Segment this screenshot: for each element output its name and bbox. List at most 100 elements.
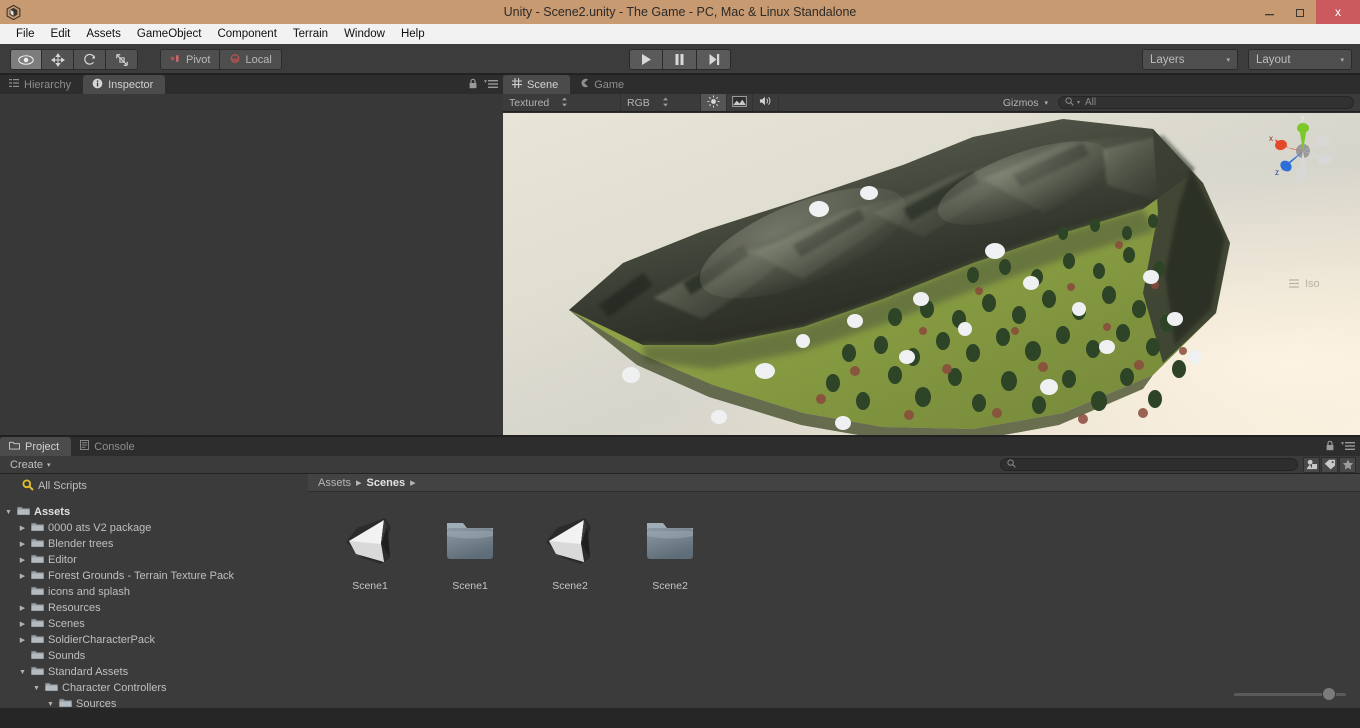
gizmo-lock-icon (1289, 279, 1299, 288)
chevron-down-icon: ▾ (1044, 99, 1048, 107)
tree-item-label: Scenes (48, 618, 85, 630)
breadcrumb: Assets ▸ Scenes ▸ (308, 474, 1360, 492)
twisty-open-icon[interactable]: ▼ (46, 700, 55, 708)
scene-viewport[interactable]: x y z Iso (503, 113, 1360, 435)
twisty-open-icon[interactable]: ▼ (18, 668, 27, 677)
create-label: Create (10, 458, 44, 471)
menu-item-component[interactable]: Component (209, 24, 284, 44)
breadcrumb-item-scenes[interactable]: Scenes (367, 477, 406, 489)
rotate-tool-button[interactable] (74, 49, 106, 70)
folder-icon (31, 617, 44, 631)
filter-by-label-icon[interactable] (1321, 456, 1338, 473)
tree-item-forest-grounds[interactable]: ▶ Forest Grounds - Terrain Texture Pack (0, 568, 308, 584)
asset-item-label: Scene2 (652, 580, 688, 592)
folder-icon (9, 441, 20, 453)
tab-game-label: Game (594, 78, 625, 91)
breadcrumb-item-assets[interactable]: Assets (318, 477, 351, 489)
draw-mode-dropdown[interactable]: Textured (503, 94, 621, 111)
color-mode-dropdown[interactable]: RGB (621, 94, 701, 111)
tree-item-blender-trees[interactable]: ▶ Blender trees (0, 536, 308, 552)
pause-button[interactable] (663, 49, 697, 70)
layout-dropdown[interactable]: Layout ▾ (1248, 49, 1352, 70)
project-asset-tree[interactable]: All Scripts ▼ Assets ▶ 0000 ats V2 packa… (0, 474, 308, 707)
tree-item-all-scripts[interactable]: All Scripts (0, 478, 308, 494)
folder-icon (31, 585, 44, 599)
hand-tool-button[interactable] (10, 49, 42, 70)
pivot-rotation-group: Pivot Local (160, 49, 282, 70)
tree-item-sounds[interactable]: ▶ Sounds (0, 648, 308, 664)
zoom-slider-thumb[interactable] (1322, 687, 1336, 701)
lock-icon[interactable] (468, 78, 478, 92)
status-bar (0, 707, 1360, 728)
asset-item-scene2-folder[interactable]: Scene2 (634, 514, 706, 592)
twisty-closed-icon[interactable]: ▶ (18, 604, 27, 613)
scene-search-input[interactable]: ▾ All (1058, 96, 1354, 109)
layers-dropdown[interactable]: Layers ▾ (1142, 49, 1238, 70)
pivot-label: Pivot (186, 53, 211, 66)
close-button[interactable]: x (1316, 0, 1360, 24)
asset-item-scene2-file[interactable]: Scene2 (534, 514, 606, 592)
tab-project[interactable]: Project (0, 437, 72, 456)
step-button[interactable] (697, 49, 731, 70)
tree-item-0000-ats-v2-package[interactable]: ▶ 0000 ats V2 package (0, 520, 308, 536)
updown-arrows-icon (662, 97, 669, 109)
twisty-closed-icon[interactable]: ▶ (18, 556, 27, 565)
play-controls-group (629, 49, 731, 70)
play-button[interactable] (629, 49, 663, 70)
gizmos-dropdown[interactable]: Gizmos ▾ (996, 94, 1055, 111)
project-search-input[interactable] (1000, 458, 1298, 471)
menu-item-assets[interactable]: Assets (78, 24, 129, 44)
menu-item-gameobject[interactable]: GameObject (129, 24, 210, 44)
menu-item-help[interactable]: Help (393, 24, 433, 44)
tab-console[interactable]: Console (71, 437, 147, 456)
asset-item-scene1-folder[interactable]: Scene1 (434, 514, 506, 592)
scene-view-panel: Scene Game Textured RGB Gizmos ▾ ▾ All x… (503, 75, 1360, 435)
menu-item-file[interactable]: File (8, 24, 43, 44)
tree-item-character-controllers[interactable]: ▼ Character Controllers (0, 680, 308, 696)
twisty-closed-icon[interactable]: ▶ (18, 636, 27, 645)
twisty-closed-icon[interactable]: ▶ (18, 572, 27, 581)
tree-item-standard-assets[interactable]: ▼ Standard Assets (0, 664, 308, 680)
minimize-button[interactable] (1254, 0, 1285, 24)
tab-scene[interactable]: Scene (503, 75, 571, 94)
lighting-toggle-button[interactable] (701, 94, 727, 111)
tree-item-editor[interactable]: ▶ Editor (0, 552, 308, 568)
tree-item-resources[interactable]: ▶ Resources (0, 600, 308, 616)
tree-item-label: Sounds (48, 650, 86, 662)
move-tool-button[interactable] (42, 49, 74, 70)
tab-hierarchy[interactable]: Hierarchy (0, 75, 84, 94)
restore-button[interactable] (1285, 0, 1316, 24)
menu-item-terrain[interactable]: Terrain (285, 24, 336, 44)
twisty-closed-icon[interactable]: ▶ (18, 620, 27, 629)
tab-inspector[interactable]: Inspector (83, 75, 166, 94)
scale-tool-button[interactable] (106, 49, 138, 70)
lock-icon[interactable] (1325, 440, 1335, 454)
twisty-closed-icon[interactable]: ▶ (18, 540, 27, 549)
menu-item-window[interactable]: Window (336, 24, 393, 44)
panel-menu-icon[interactable] (1341, 441, 1355, 454)
tab-game[interactable]: Game (570, 75, 637, 94)
favorites-star-icon[interactable] (1339, 456, 1356, 473)
tree-item-sources[interactable]: ▼ Sources (0, 696, 308, 707)
tree-item-scenes[interactable]: ▶ Scenes (0, 616, 308, 632)
fx-toggle-button[interactable] (727, 94, 753, 111)
menu-item-edit[interactable]: Edit (43, 24, 79, 44)
local-toggle-button[interactable]: Local (220, 49, 282, 70)
filter-by-type-icon[interactable] (1303, 456, 1320, 473)
asset-item-label: Scene2 (552, 580, 588, 592)
asset-zoom-slider[interactable] (1234, 687, 1346, 701)
audio-toggle-button[interactable] (753, 94, 779, 111)
twisty-open-icon[interactable]: ▼ (32, 684, 41, 693)
panel-menu-icon[interactable] (484, 79, 498, 92)
tree-item-assets[interactable]: ▼ Assets (0, 504, 308, 520)
create-dropdown-button[interactable]: Create ▾ (0, 456, 59, 473)
tree-item-label: Editor (48, 554, 77, 566)
hierarchy-inspector-panel: Hierarchy Inspector (0, 75, 503, 435)
asset-item-scene1-file[interactable]: Scene1 (334, 514, 406, 592)
tree-item-icons-and-splash[interactable]: ▶ icons and splash (0, 584, 308, 600)
tree-item-soldiercharacterpack[interactable]: ▶ SoldierCharacterPack (0, 632, 308, 648)
asset-grid: Scene1 Scene1 Scene2 Scene2 (308, 492, 1360, 592)
twisty-closed-icon[interactable]: ▶ (18, 524, 27, 533)
pivot-toggle-button[interactable]: Pivot (160, 49, 221, 70)
twisty-open-icon[interactable]: ▼ (4, 508, 13, 517)
